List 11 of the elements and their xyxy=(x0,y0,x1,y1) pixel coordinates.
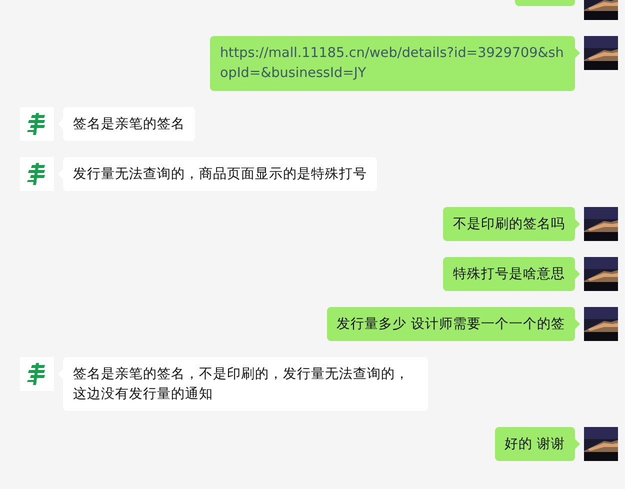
avatar-icon xyxy=(20,107,54,141)
avatar-icon xyxy=(20,157,54,191)
message-text: 签名是亲笔的签名，不是印刷的，发行量无法查询的，这边没有发行量的通知 xyxy=(73,365,410,404)
message-text: 签名是亲笔的签名 xyxy=(73,115,185,134)
message-text: 发行量多少 设计师需要一个一个的签 xyxy=(336,315,565,334)
avatar-icon xyxy=(20,357,54,391)
message-text: 不是印刷的签名吗 xyxy=(453,215,565,234)
message-text: 特殊打号是啥意思 xyxy=(453,265,565,284)
message-link[interactable]: https://mall.11185.cn/web/details?id=3929709&shopId=&businessId=JY xyxy=(220,43,565,83)
message-text: 发行量无法查询的，商品页面显示的是特殊打号 xyxy=(73,165,367,184)
message-text: 好的 谢谢 xyxy=(504,435,565,454)
